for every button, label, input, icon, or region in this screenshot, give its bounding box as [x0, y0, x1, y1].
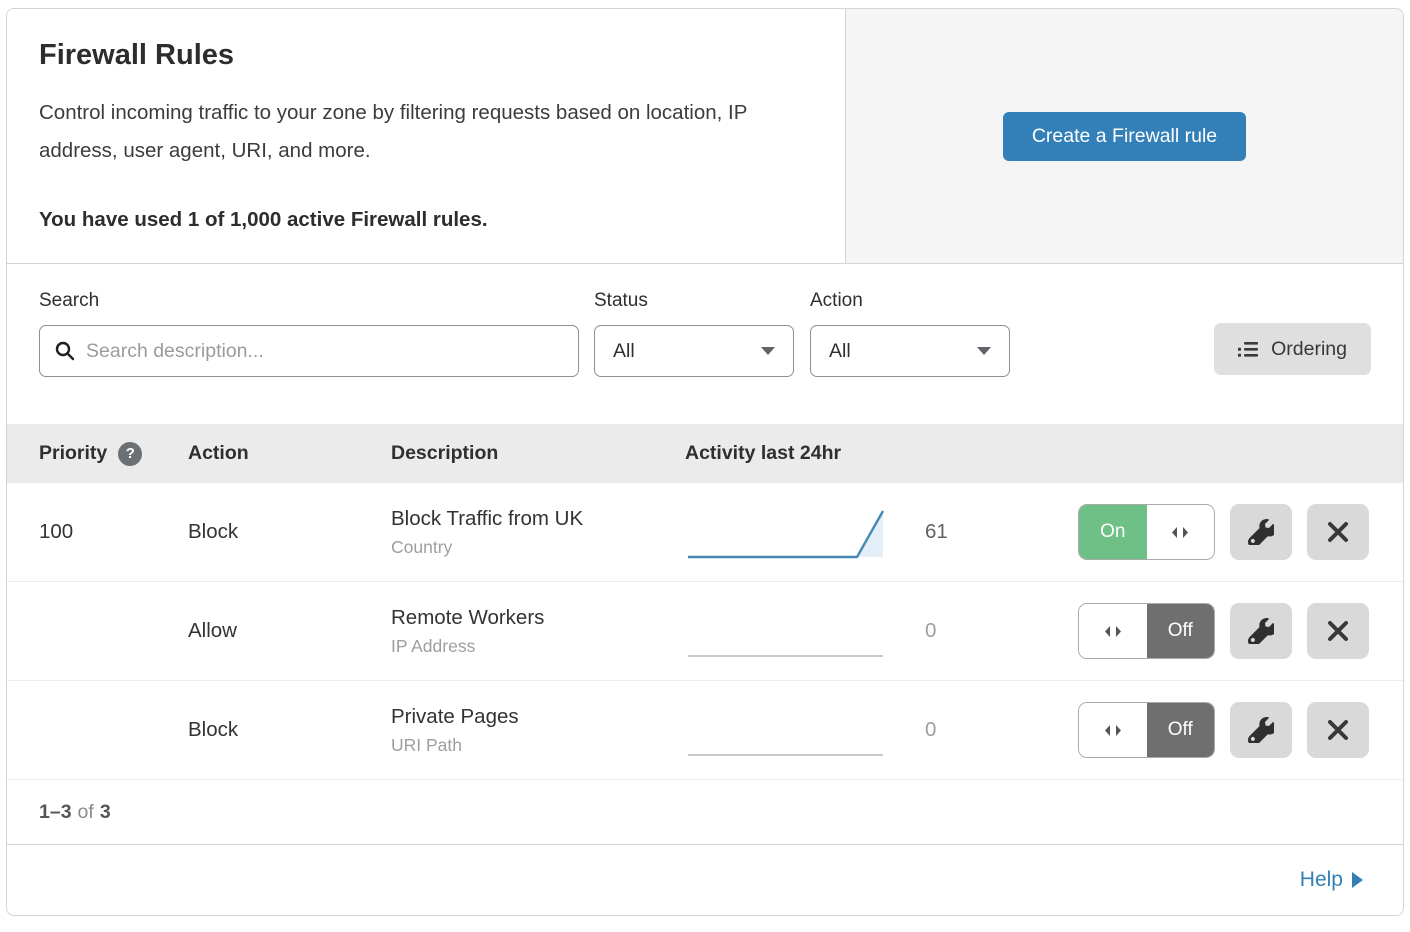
chevron-down-icon — [977, 347, 991, 355]
wrench-icon — [1248, 519, 1274, 545]
priority-help-icon[interactable]: ? — [118, 442, 142, 466]
action-label: Action — [810, 290, 1010, 312]
priority-cell: 100 — [7, 520, 188, 544]
close-icon — [1326, 619, 1350, 643]
column-activity: Activity last 24hr — [685, 442, 897, 465]
delete-rule-button[interactable] — [1307, 603, 1369, 659]
action-cell: Allow — [188, 619, 391, 643]
rule-enabled-toggle[interactable]: Off — [1078, 603, 1215, 659]
activity-count: 61 — [897, 520, 999, 544]
search-group: Search — [39, 290, 579, 377]
ordering-button-label: Ordering — [1271, 338, 1347, 361]
activity-sparkline — [685, 596, 897, 666]
description-cell: Remote Workers IP Address — [391, 606, 685, 657]
search-label: Search — [39, 290, 579, 312]
delete-rule-button[interactable] — [1307, 504, 1369, 560]
close-icon — [1326, 520, 1350, 544]
header-text-block: Firewall Rules Control incoming traffic … — [7, 9, 845, 263]
action-cell: Block — [188, 718, 391, 742]
pagination-of-label: of — [78, 801, 94, 824]
status-filter-group: Status All — [594, 290, 794, 377]
rule-description: Remote Workers — [391, 606, 685, 630]
status-select[interactable]: All — [594, 325, 794, 377]
filter-bar: Search Status All Action All — [7, 264, 1403, 424]
action-selected-value: All — [829, 340, 851, 363]
search-input[interactable] — [86, 340, 564, 363]
table-row: Block Private Pages URI Path 0 Off — [7, 681, 1403, 780]
firewall-rules-panel: Firewall Rules Control incoming traffic … — [6, 8, 1404, 916]
priority-header-label: Priority — [39, 442, 107, 465]
edit-rule-button[interactable] — [1230, 504, 1292, 560]
toggle-off-label: Off — [1147, 703, 1215, 757]
pagination-total: 3 — [100, 801, 111, 824]
help-link-label: Help — [1300, 868, 1343, 892]
row-controls: On — [999, 504, 1403, 560]
edit-rule-button[interactable] — [1230, 603, 1292, 659]
close-icon — [1326, 718, 1350, 742]
description-cell: Private Pages URI Path — [391, 705, 685, 756]
search-box — [39, 325, 579, 377]
rule-match-type: Country — [391, 537, 685, 558]
rule-enabled-toggle[interactable]: Off — [1078, 702, 1215, 758]
action-cell: Block — [188, 520, 391, 544]
delete-rule-button[interactable] — [1307, 702, 1369, 758]
rule-match-type: URI Path — [391, 735, 685, 756]
pagination-range: 1–3 — [39, 801, 72, 824]
drag-handle-icon — [1170, 525, 1190, 540]
search-icon — [54, 340, 76, 362]
activity-count: 0 — [897, 718, 999, 742]
rule-description: Private Pages — [391, 705, 685, 729]
action-filter-group: Action All — [810, 290, 1010, 377]
status-label: Status — [594, 290, 794, 312]
table-row: 100 Block Block Traffic from UK Country … — [7, 483, 1403, 582]
toggle-knob — [1147, 505, 1215, 559]
rule-match-type: IP Address — [391, 636, 685, 657]
column-action: Action — [188, 442, 391, 465]
help-link[interactable]: Help — [1300, 868, 1363, 892]
header-section: Firewall Rules Control incoming traffic … — [7, 9, 1403, 264]
chevron-down-icon — [761, 347, 775, 355]
toggle-on-label: On — [1079, 505, 1147, 559]
column-priority: Priority ? — [7, 442, 188, 466]
wrench-icon — [1248, 618, 1274, 644]
toggle-off-label: Off — [1147, 604, 1215, 658]
action-select[interactable]: All — [810, 325, 1010, 377]
toggle-knob — [1079, 703, 1147, 757]
arrow-right-icon — [1352, 872, 1363, 888]
page-description: Control incoming traffic to your zone by… — [39, 94, 809, 170]
sparkline-spike-chart — [685, 499, 890, 567]
status-selected-value: All — [613, 340, 635, 363]
column-description: Description — [391, 442, 685, 465]
sparkline-flat-chart — [685, 598, 890, 666]
table-header-row: Priority ? Action Description Activity l… — [7, 424, 1403, 483]
drag-handle-icon — [1103, 624, 1123, 639]
header-action-panel: Create a Firewall rule — [845, 9, 1403, 263]
rule-enabled-toggle[interactable]: On — [1078, 504, 1215, 560]
create-firewall-rule-button[interactable]: Create a Firewall rule — [1003, 112, 1246, 161]
table-row: Allow Remote Workers IP Address 0 Off — [7, 582, 1403, 681]
row-controls: Off — [999, 702, 1403, 758]
sparkline-flat-chart — [685, 697, 890, 765]
activity-count: 0 — [897, 619, 999, 643]
toggle-knob — [1079, 604, 1147, 658]
help-footer: Help — [7, 844, 1403, 915]
activity-sparkline — [685, 695, 897, 765]
rule-description: Block Traffic from UK — [391, 507, 685, 531]
pagination-summary: 1–3 of 3 — [7, 780, 1403, 844]
usage-note: You have used 1 of 1,000 active Firewall… — [39, 208, 813, 232]
ordered-list-icon — [1238, 341, 1259, 358]
edit-rule-button[interactable] — [1230, 702, 1292, 758]
drag-handle-icon — [1103, 723, 1123, 738]
description-cell: Block Traffic from UK Country — [391, 507, 685, 558]
row-controls: Off — [999, 603, 1403, 659]
ordering-button[interactable]: Ordering — [1214, 323, 1371, 375]
page-title: Firewall Rules — [39, 39, 813, 72]
wrench-icon — [1248, 717, 1274, 743]
activity-sparkline — [685, 497, 897, 567]
